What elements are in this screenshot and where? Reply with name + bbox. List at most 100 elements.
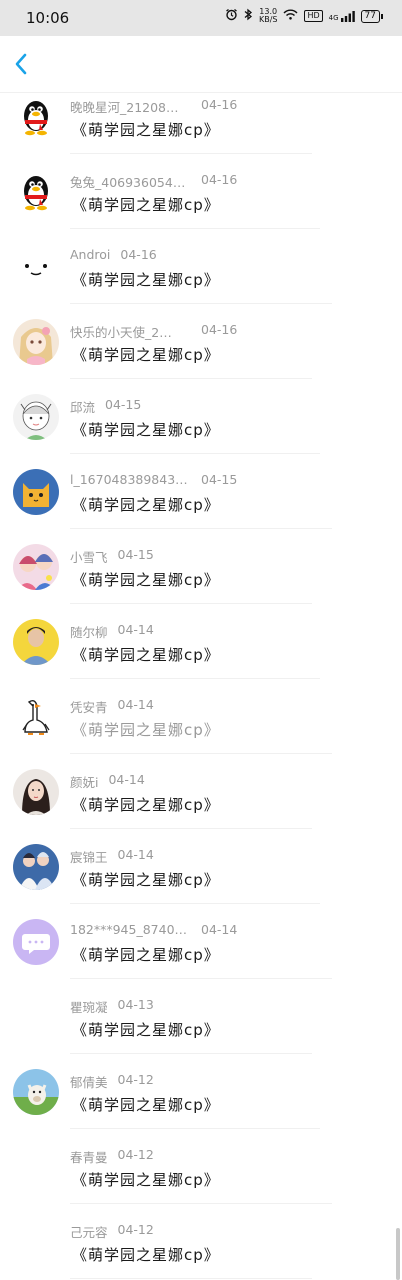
sender-name[interactable]: 凭安青 bbox=[70, 697, 108, 716]
list-item[interactable]: 凭安青 04-14 《萌学园之星娜cp》 bbox=[0, 679, 402, 754]
avatar[interactable] bbox=[13, 319, 59, 365]
item-meta: 随尔柳 04-14 bbox=[70, 622, 154, 641]
list-item[interactable]: Androi 04-16 《萌学园之星娜cp》 bbox=[0, 229, 402, 304]
list-item[interactable]: 随尔柳 04-14 《萌学园之星娜cp》 bbox=[0, 604, 402, 679]
sender-name[interactable]: 郁倩美 bbox=[70, 1072, 108, 1091]
net-speed: 13.0 KB/S bbox=[259, 8, 278, 24]
item-date: 04-16 bbox=[201, 172, 238, 187]
item-date: 04-14 bbox=[117, 622, 154, 637]
message-text: 《萌学园之星娜cp》 bbox=[72, 871, 220, 889]
item-meta: 182***945_8740… 04-14 bbox=[70, 922, 237, 938]
sender-name[interactable]: l_167048389843… bbox=[70, 472, 188, 487]
avatar[interactable] bbox=[13, 694, 59, 740]
sender-name[interactable]: 邱流 bbox=[70, 397, 95, 416]
message-text: 《萌学园之星娜cp》 bbox=[72, 1021, 220, 1039]
avatar[interactable] bbox=[13, 169, 59, 215]
sender-name[interactable]: 随尔柳 bbox=[70, 622, 108, 641]
list-item[interactable]: 快乐的小天使_2… 04-16 《萌学园之星娜cp》 bbox=[0, 304, 402, 379]
battery-indicator: 77 bbox=[360, 9, 384, 23]
item-date: 04-13 bbox=[117, 997, 154, 1012]
list-item[interactable]: 邱流 04-15 《萌学园之星娜cp》 bbox=[0, 379, 402, 454]
item-meta: 郁倩美 04-12 bbox=[70, 1072, 154, 1091]
item-meta: 己元容 04-12 bbox=[70, 1222, 154, 1241]
list-item[interactable]: 己元容 04-12 《萌学园之星娜cp》 bbox=[0, 1204, 402, 1279]
list-item[interactable]: 瞿琬凝 04-13 《萌学园之星娜cp》 bbox=[0, 979, 402, 1054]
message-text: 《萌学园之星娜cp》 bbox=[72, 496, 220, 514]
sender-name[interactable]: 宸锦王 bbox=[70, 847, 108, 866]
net-speed-unit: KB/S bbox=[258, 15, 278, 24]
item-meta: 春青曼 04-12 bbox=[70, 1147, 154, 1166]
message-text: 《萌学园之星娜cp》 bbox=[72, 196, 220, 214]
message-text: 《萌学园之星娜cp》 bbox=[72, 796, 220, 814]
item-date: 04-15 bbox=[105, 397, 142, 412]
sender-name[interactable]: 兔兔_406936054… bbox=[70, 172, 185, 191]
item-meta: 凭安青 04-14 bbox=[70, 697, 154, 716]
item-meta: 小雪飞 04-15 bbox=[70, 547, 154, 566]
back-button[interactable] bbox=[10, 50, 34, 78]
alarm-icon bbox=[225, 8, 238, 24]
status-time: 10:06 bbox=[26, 9, 70, 27]
sender-name[interactable]: 春青曼 bbox=[70, 1147, 108, 1166]
sender-name[interactable]: 晚晚星河_21208… bbox=[70, 97, 179, 116]
item-date: 04-14 bbox=[117, 697, 154, 712]
message-text: 《萌学园之星娜cp》 bbox=[72, 1171, 220, 1189]
list-item[interactable]: 小雪飞 04-15 《萌学园之星娜cp》 bbox=[0, 529, 402, 604]
sender-name[interactable]: 快乐的小天使_2… bbox=[70, 322, 172, 341]
message-list: 晚晚星河_21208… 04-16 《萌学园之星娜cp》 兔兔_406936054… 0… bbox=[0, 79, 402, 1279]
item-date: 04-15 bbox=[117, 547, 154, 562]
avatar[interactable] bbox=[13, 844, 59, 890]
message-text: 《萌学园之星娜cp》 bbox=[72, 346, 220, 364]
wifi-icon bbox=[283, 9, 298, 23]
signal-label: 4G bbox=[328, 13, 339, 22]
sender-name[interactable]: 颜妩i bbox=[70, 772, 98, 791]
list-item[interactable]: l_167048389843… 04-15 《萌学园之星娜cp》 bbox=[0, 454, 402, 529]
avatar[interactable] bbox=[13, 919, 59, 965]
item-meta: Androi 04-16 bbox=[70, 247, 157, 263]
message-text: 《萌学园之星娜cp》 bbox=[72, 121, 220, 139]
avatar[interactable] bbox=[13, 469, 59, 515]
list-item[interactable]: 春青曼 04-12 《萌学园之星娜cp》 bbox=[0, 1129, 402, 1204]
avatar[interactable] bbox=[13, 94, 59, 140]
scrollbar[interactable] bbox=[396, 1228, 400, 1280]
list-item[interactable]: 颜妩i 04-14 《萌学园之星娜cp》 bbox=[0, 754, 402, 829]
item-date: 04-12 bbox=[117, 1072, 154, 1087]
chevron-left-icon bbox=[15, 53, 27, 75]
avatar[interactable] bbox=[13, 544, 59, 590]
message-text: 《萌学园之星娜cp》 bbox=[72, 421, 220, 439]
sender-name[interactable]: 己元容 bbox=[70, 1222, 108, 1241]
item-meta: 宸锦王 04-14 bbox=[70, 847, 154, 866]
message-text: 《萌学园之星娜cp》 bbox=[72, 721, 220, 739]
message-text: 《萌学园之星娜cp》 bbox=[72, 946, 220, 964]
avatar[interactable] bbox=[13, 619, 59, 665]
sender-name[interactable]: 瞿琬凝 bbox=[70, 997, 108, 1016]
message-text: 《萌学园之星娜cp》 bbox=[72, 646, 220, 664]
avatar[interactable] bbox=[13, 1069, 59, 1115]
bluetooth-icon bbox=[244, 8, 253, 24]
message-text: 《萌学园之星娜cp》 bbox=[72, 1246, 220, 1264]
list-item[interactable]: 182***945_8740… 04-14 《萌学园之星娜cp》 bbox=[0, 904, 402, 979]
sender-name[interactable]: 182***945_8740… bbox=[70, 922, 187, 937]
list-item[interactable]: 郁倩美 04-12 《萌学园之星娜cp》 bbox=[0, 1054, 402, 1129]
avatar[interactable] bbox=[13, 394, 59, 440]
status-bar: 10:06 13.0 KB/S HD 4G 77 bbox=[0, 0, 402, 36]
item-meta: l_167048389843… 04-15 bbox=[70, 472, 237, 488]
list-item[interactable]: 兔兔_406936054… 04-16 《萌学园之星娜cp》 bbox=[0, 154, 402, 229]
item-date: 04-14 bbox=[108, 772, 145, 787]
item-date: 04-12 bbox=[117, 1222, 154, 1237]
avatar[interactable] bbox=[13, 244, 59, 290]
item-meta: 颜妩i 04-14 bbox=[70, 772, 145, 791]
hd-badge: HD bbox=[304, 10, 323, 22]
item-meta: 兔兔_406936054… 04-16 bbox=[70, 172, 237, 191]
list-item[interactable]: 宸锦王 04-14 《萌学园之星娜cp》 bbox=[0, 829, 402, 904]
item-meta: 快乐的小天使_2… 04-16 bbox=[70, 322, 237, 341]
row-divider bbox=[70, 1278, 312, 1279]
sender-name[interactable]: 小雪飞 bbox=[70, 547, 108, 566]
list-item[interactable]: 晚晚星河_21208… 04-16 《萌学园之星娜cp》 bbox=[0, 79, 402, 154]
item-meta: 瞿琬凝 04-13 bbox=[70, 997, 154, 1016]
item-date: 04-16 bbox=[201, 322, 238, 337]
item-date: 04-15 bbox=[201, 472, 238, 487]
item-meta: 晚晚星河_21208… 04-16 bbox=[70, 97, 237, 116]
sender-name[interactable]: Androi bbox=[70, 247, 110, 262]
item-meta: 邱流 04-15 bbox=[70, 397, 142, 416]
avatar[interactable] bbox=[13, 769, 59, 815]
